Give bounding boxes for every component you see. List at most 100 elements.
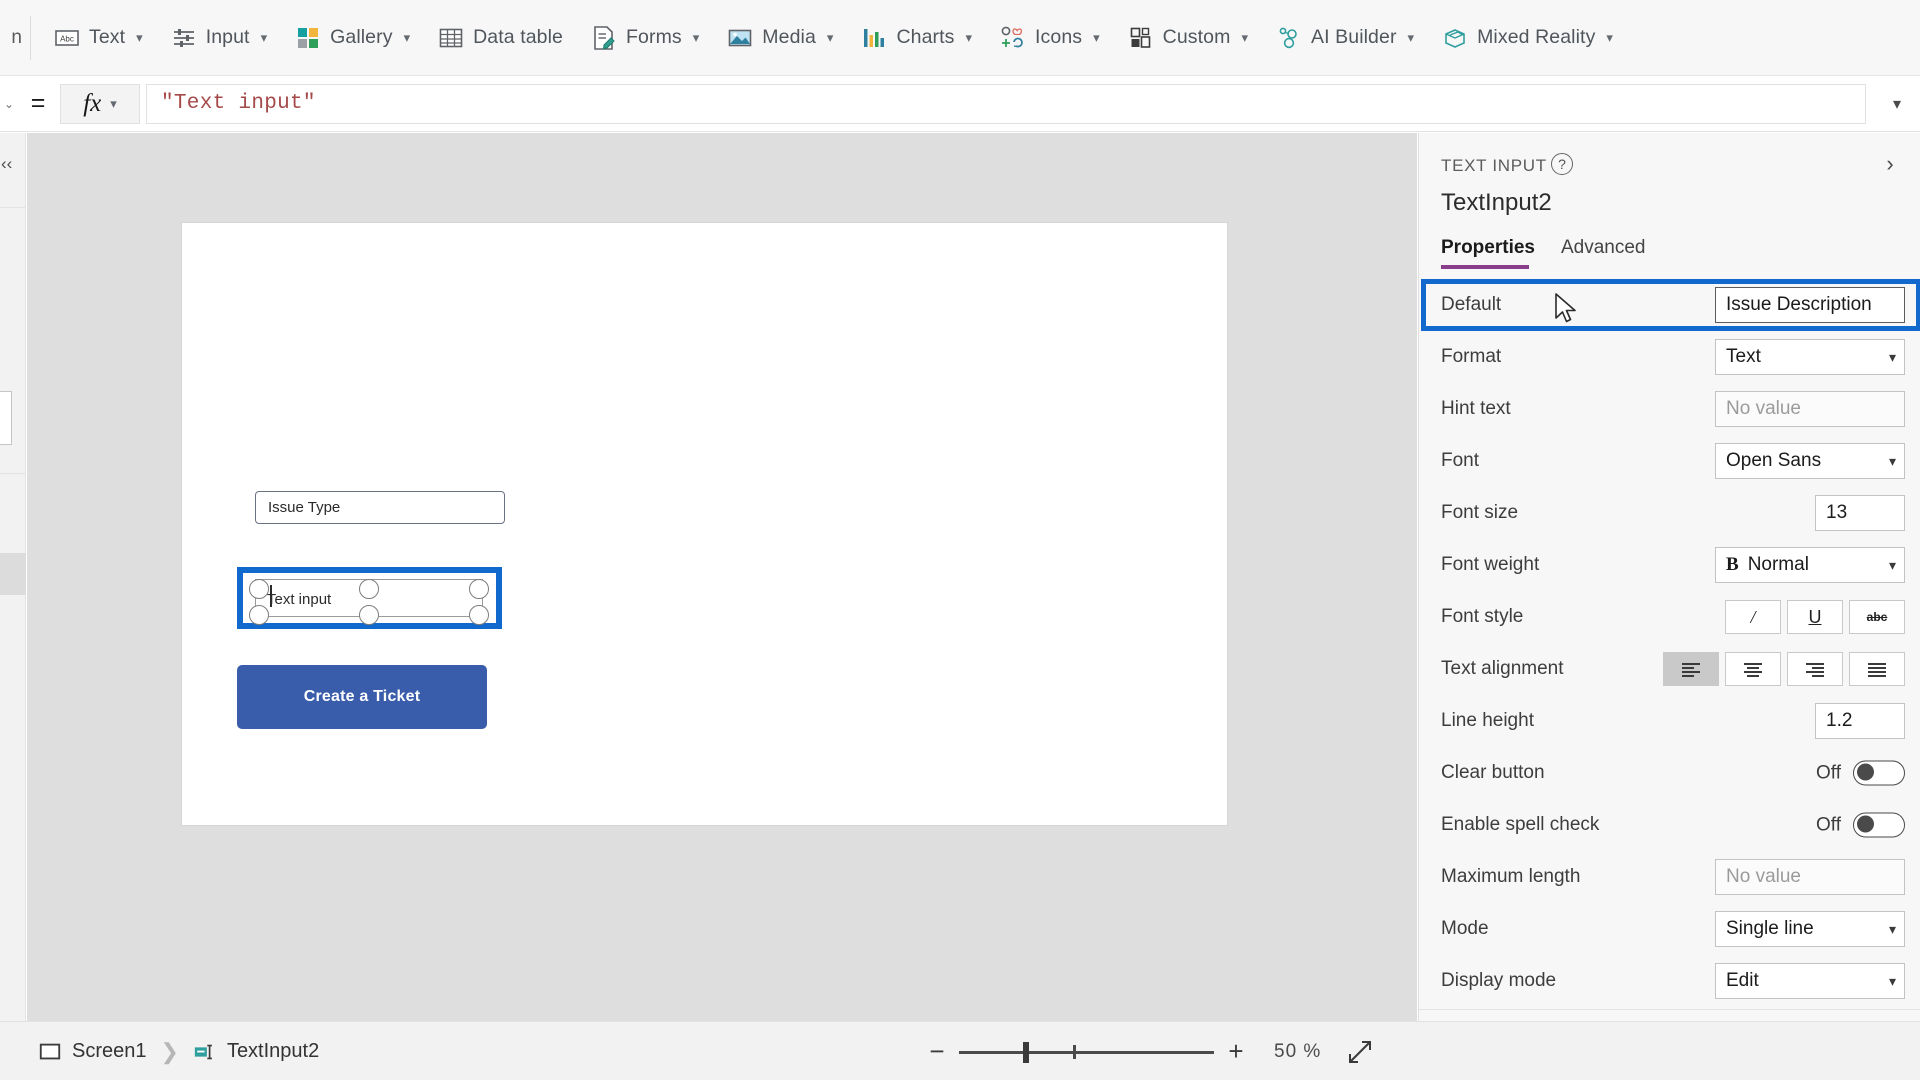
ribbon-item-label: Forms [626, 26, 682, 48]
format-value: Text [1726, 346, 1761, 367]
canvas-control-create-ticket-button[interactable]: Create a Ticket [237, 665, 487, 729]
chevron-down-icon: ▾ [136, 30, 143, 45]
ribbon-item-ai-builder[interactable]: AI Builder ▾ [1263, 10, 1427, 66]
property-rows: Default Issue Description Format Text ▾ Hint … [1419, 279, 1920, 1021]
align-right-icon[interactable] [1787, 652, 1843, 686]
status-bar: Screen1 ❯ TextInput2 − + 50 % [0, 1021, 1920, 1080]
align-center-icon[interactable] [1725, 652, 1781, 686]
zoom-slider-track [959, 1050, 1214, 1054]
align-left-icon[interactable] [1663, 652, 1719, 686]
breadcrumb-item-textinput2[interactable]: TextInput2 [193, 1040, 333, 1064]
chevron-down-icon: ▾ [110, 96, 117, 111]
canvas-control-textinput2-selected[interactable]: Text input [237, 567, 502, 629]
mode-dropdown[interactable]: Single line ▾ [1715, 911, 1905, 947]
property-row-hint-text: Hint text No value [1419, 383, 1920, 435]
collapse-chevron-left-icon[interactable]: ‹‹ [0, 149, 26, 179]
font-weight-dropdown[interactable]: B Normal ▾ [1715, 547, 1905, 583]
ribbon-item-custom[interactable]: Custom ▾ [1115, 10, 1261, 66]
property-selector-caret[interactable]: ⌄ [0, 76, 18, 132]
text-alignment-buttons [1663, 652, 1905, 686]
resize-handle-bottom-center[interactable] [359, 605, 379, 625]
fit-to-screen-icon[interactable] [1340, 1032, 1380, 1072]
ribbon-item-input[interactable]: Input ▾ [158, 10, 280, 66]
data-table-icon [438, 25, 464, 51]
align-justify-icon[interactable] [1849, 652, 1905, 686]
underline-icon[interactable]: U [1787, 600, 1843, 634]
display-mode-dropdown[interactable]: Edit ▾ [1715, 963, 1905, 999]
resize-handle-top-left[interactable] [249, 579, 269, 599]
canvas-control-issue-type[interactable]: Issue Type [255, 491, 505, 524]
left-rail: ‹‹ [0, 133, 26, 1021]
property-label: Hint text [1441, 398, 1511, 419]
line-height-value: 1.2 [1826, 710, 1853, 731]
ribbon-item-mixed-reality[interactable]: Mixed Reality ▾ [1429, 10, 1626, 66]
font-size-input[interactable]: 13 [1815, 495, 1905, 531]
text-caret [270, 585, 272, 607]
font-size-value: 13 [1826, 502, 1848, 523]
italic-icon[interactable]: / [1725, 600, 1781, 634]
question-circle-icon[interactable]: ? [1551, 153, 1573, 175]
formula-bar: ⌄ = fx ▾ "Text input" ▾ [0, 76, 1920, 132]
property-row-line-height: Line height 1.2 [1419, 695, 1920, 747]
app-screen-canvas[interactable]: Issue Type Text input Create a Ticket [182, 223, 1227, 825]
hint-text-input[interactable]: No value [1715, 391, 1905, 427]
breadcrumb-item-screen1[interactable]: Screen1 [38, 1040, 161, 1064]
strikethrough-icon[interactable]: abc [1849, 600, 1905, 634]
insert-ribbon: n Abc Text ▾ Input ▾ Gallery ▾ Data table Forms ▾… [0, 0, 1920, 76]
bar-chart-icon [861, 25, 887, 51]
font-dropdown[interactable]: Open Sans ▾ [1715, 443, 1905, 479]
property-label: Format [1441, 346, 1502, 367]
ribbon-item-media[interactable]: Media ▾ [714, 10, 846, 66]
line-height-input[interactable]: 1.2 [1815, 703, 1905, 739]
enable-spell-check-state-label: Off [1816, 814, 1841, 835]
zoom-slider-thumb[interactable] [1023, 1041, 1029, 1063]
chevron-down-icon: ▾ [403, 30, 411, 45]
enable-spell-check-toggle[interactable] [1853, 812, 1905, 838]
format-dropdown[interactable]: Text ▾ [1715, 339, 1905, 375]
ribbon-item-label: Icons [1035, 26, 1083, 48]
ribbon-item-gallery[interactable]: Gallery ▾ [282, 10, 423, 66]
formula-value: "Text input" [161, 92, 316, 115]
mixed-reality-icon [1442, 25, 1468, 51]
resize-handle-top-center[interactable] [359, 579, 379, 599]
ribbon-divider [30, 15, 31, 60]
tab-properties[interactable]: Properties [1441, 237, 1535, 269]
ribbon-item-charts[interactable]: Charts ▾ [848, 10, 985, 66]
zoom-out-button[interactable]: − [915, 1030, 959, 1074]
ribbon-truncated-label: n [11, 26, 22, 48]
resize-handle-top-right[interactable] [469, 579, 489, 599]
canvas-area[interactable]: Issue Type Text input Create a Ticket [27, 133, 1417, 1021]
forms-icon [591, 25, 617, 51]
fx-button[interactable]: fx ▾ [60, 83, 140, 124]
resize-handle-bottom-right[interactable] [469, 605, 489, 625]
zoom-in-button[interactable]: + [1214, 1030, 1258, 1074]
clear-button-toggle[interactable] [1853, 760, 1905, 786]
maximum-length-input[interactable]: No value [1715, 859, 1905, 895]
formula-input[interactable]: "Text input" [146, 83, 1866, 124]
chevron-down-icon: ▾ [1241, 30, 1248, 45]
ribbon-item-text[interactable]: Abc Text ▾ [41, 10, 156, 66]
tree-view-thumbnail[interactable] [0, 391, 12, 445]
property-row-font-size: Font size 13 [1419, 487, 1920, 539]
icons-shapes-icon [1000, 25, 1026, 51]
equals-button[interactable]: = [18, 76, 58, 132]
resize-handle-bottom-left[interactable] [249, 605, 269, 625]
formula-expand-chevron-down-icon[interactable]: ▾ [1874, 76, 1920, 132]
zoom-slider[interactable] [959, 1030, 1214, 1074]
tab-advanced[interactable]: Advanced [1561, 237, 1646, 269]
ribbon-item-data-table[interactable]: Data table [425, 10, 576, 66]
ribbon-item-icons[interactable]: Icons ▾ [987, 10, 1113, 66]
ribbon-item-label: Gallery [330, 26, 393, 48]
property-row-display-mode: Display mode Edit ▾ [1419, 955, 1920, 1007]
rail-selected-item[interactable] [0, 553, 26, 595]
chevron-right-icon[interactable]: › [1875, 149, 1905, 179]
toggle-knob [1857, 763, 1874, 781]
zoom-slider-tick [1073, 1044, 1076, 1059]
bold-glyph-icon: B [1726, 554, 1739, 575]
mode-value: Single line [1726, 918, 1814, 939]
property-label: Mode [1441, 918, 1489, 939]
ribbon-item-forms[interactable]: Forms ▾ [578, 10, 712, 66]
clear-button-toggle-wrap: Off [1816, 760, 1905, 786]
chevron-down-icon: ▾ [260, 30, 268, 45]
default-input[interactable]: Issue Description [1715, 287, 1905, 323]
